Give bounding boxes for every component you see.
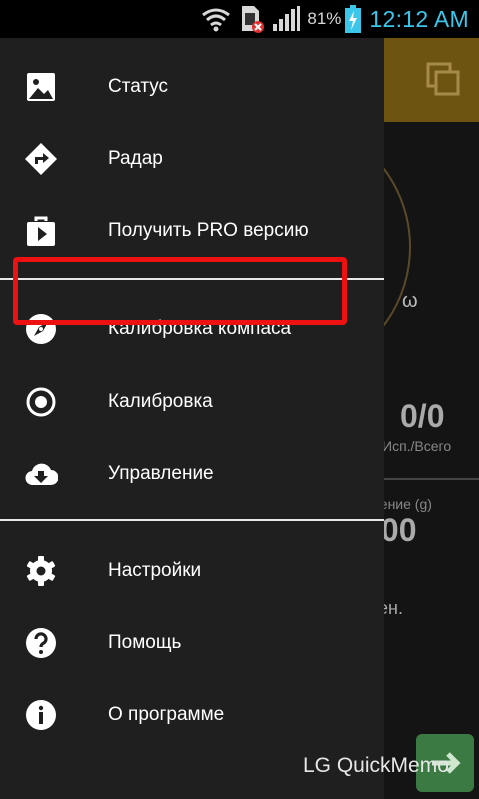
help-icon [24, 626, 58, 660]
target-icon [24, 385, 58, 419]
drawer-item-settings[interactable]: Настройки [0, 540, 384, 602]
drawer-item-about[interactable]: О программе [0, 684, 384, 746]
gear-icon [24, 554, 58, 588]
battery-charging-icon [345, 5, 362, 33]
cloud-download-icon [24, 457, 58, 491]
drawer-item-label: Управление [108, 463, 214, 484]
drawer-item-label: Настройки [108, 560, 202, 581]
directions-icon [24, 142, 58, 176]
drawer-item-label: О программе [108, 704, 225, 725]
status-bar: 81% 12:12 AM [0, 0, 479, 38]
highlight-annotation [13, 257, 347, 325]
play-store-icon [24, 214, 58, 248]
drawer-item-label: Радар [108, 148, 163, 169]
image-icon [24, 70, 58, 104]
signal-icon [273, 6, 301, 31]
divider [0, 519, 384, 521]
satellites-label: Исп./Всего [382, 438, 452, 454]
quickmemo-watermark: LG QuickMemo [303, 754, 449, 777]
drawer-item-help[interactable]: Помощь [0, 612, 384, 674]
drawer-item-management[interactable]: Управление [0, 443, 384, 505]
copy-icon[interactable] [424, 60, 462, 98]
battery-percent: 81% [307, 9, 342, 28]
wifi-icon [202, 8, 231, 32]
compass-mark-e: ω [402, 290, 418, 312]
satellites-count: 0/0 [400, 398, 445, 434]
drawer-item-label: Статус [108, 76, 169, 97]
drawer-item-label: Помощь [108, 632, 182, 653]
separator [384, 478, 479, 480]
drawer-item-calibration[interactable]: Калибровка [0, 371, 384, 433]
drawer-item-label: Получить PRO версию [108, 220, 309, 241]
navigation-drawer: Статус Радар Получить PRO версию Калибро… [0, 38, 384, 799]
sim-error-icon [242, 6, 265, 33]
drawer-item-radar[interactable]: Радар [0, 128, 384, 190]
info-icon [24, 698, 58, 732]
drawer-item-label: Калибровка [108, 391, 213, 412]
drawer-item-get-pro[interactable]: Получить PRO версию [0, 200, 384, 262]
clock: 12:12 AM [369, 5, 469, 32]
drawer-item-status[interactable]: Статус [0, 56, 384, 118]
